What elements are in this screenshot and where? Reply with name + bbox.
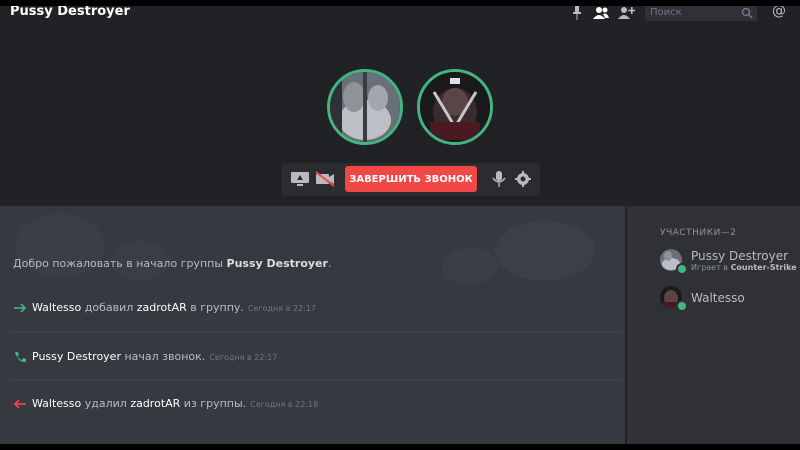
online-status-icon	[676, 263, 688, 275]
screen-share-icon[interactable]	[290, 171, 310, 187]
discord-window: Pussy Destroyer Поиск @ ЗАВЕРШИТЬ ЗВОНОК…	[0, 6, 800, 444]
search-icon	[741, 7, 753, 19]
welcome-illustration	[15, 214, 595, 284]
message-username[interactable]: Pussy Destroyer	[32, 350, 121, 363]
search-placeholder: Поиск	[650, 7, 682, 18]
chat-area: Добро пожаловать в начало группы Pussy D…	[0, 206, 625, 444]
channel-header: Pussy Destroyer Поиск @	[0, 6, 800, 28]
mention-icon[interactable]: @	[772, 6, 786, 19]
members-icon[interactable]	[592, 6, 610, 20]
message-username[interactable]: Waltesso	[32, 397, 81, 410]
end-call-button[interactable]: ЗАВЕРШИТЬ ЗВОНОК	[345, 166, 477, 192]
welcome-message: Добро пожаловать в начало группы Pussy D…	[13, 257, 332, 270]
members-header: УЧАСТНИКИ—2	[660, 228, 737, 238]
member-name: Pussy Destroyer	[691, 249, 789, 263]
phone-icon	[15, 352, 26, 363]
message-divider	[10, 380, 623, 381]
message-target-username[interactable]: zadrotAR	[137, 301, 187, 314]
group-title: Pussy Destroyer	[10, 6, 130, 19]
message-divider	[10, 332, 623, 333]
microphone-icon[interactable]	[489, 171, 509, 187]
add-friend-icon[interactable]	[617, 6, 635, 20]
member-item[interactable]: Pussy Destroyer Играет в Counter-Strike …	[660, 249, 800, 275]
message-timestamp: Сегодня в 22:17	[247, 304, 316, 313]
arrow-left-icon	[13, 399, 26, 409]
chat-scrollbar[interactable]	[627, 206, 634, 444]
avatar-image	[420, 72, 490, 142]
member-item[interactable]: Waltesso	[660, 286, 800, 312]
message-username[interactable]: Waltesso	[32, 301, 81, 314]
pin-icon[interactable]	[568, 6, 586, 20]
video-off-icon[interactable]	[315, 171, 335, 187]
message-timestamp: Сегодня в 22:17	[209, 353, 278, 362]
search-input[interactable]: Поиск	[645, 6, 757, 21]
online-status-icon	[676, 300, 688, 312]
settings-icon[interactable]	[513, 171, 533, 187]
call-avatar-pussy-destroyer[interactable]	[327, 69, 403, 145]
call-controls: ЗАВЕРШИТЬ ЗВОНОК	[282, 163, 540, 196]
arrow-right-icon	[14, 303, 27, 313]
call-avatar-waltesso[interactable]	[417, 69, 493, 145]
members-sidebar: УЧАСТНИКИ—2 Pussy Destroyer Играет в Cou…	[634, 206, 800, 444]
member-activity: Играет в Counter-Strike Glo	[691, 263, 800, 272]
message-target-username[interactable]: zadrotAR	[130, 397, 180, 410]
message-timestamp: Сегодня в 22:18	[250, 400, 319, 409]
voice-call-area: ЗАВЕРШИТЬ ЗВОНОК	[0, 28, 800, 206]
member-name: Waltesso	[691, 291, 745, 305]
avatar-image	[330, 72, 400, 142]
